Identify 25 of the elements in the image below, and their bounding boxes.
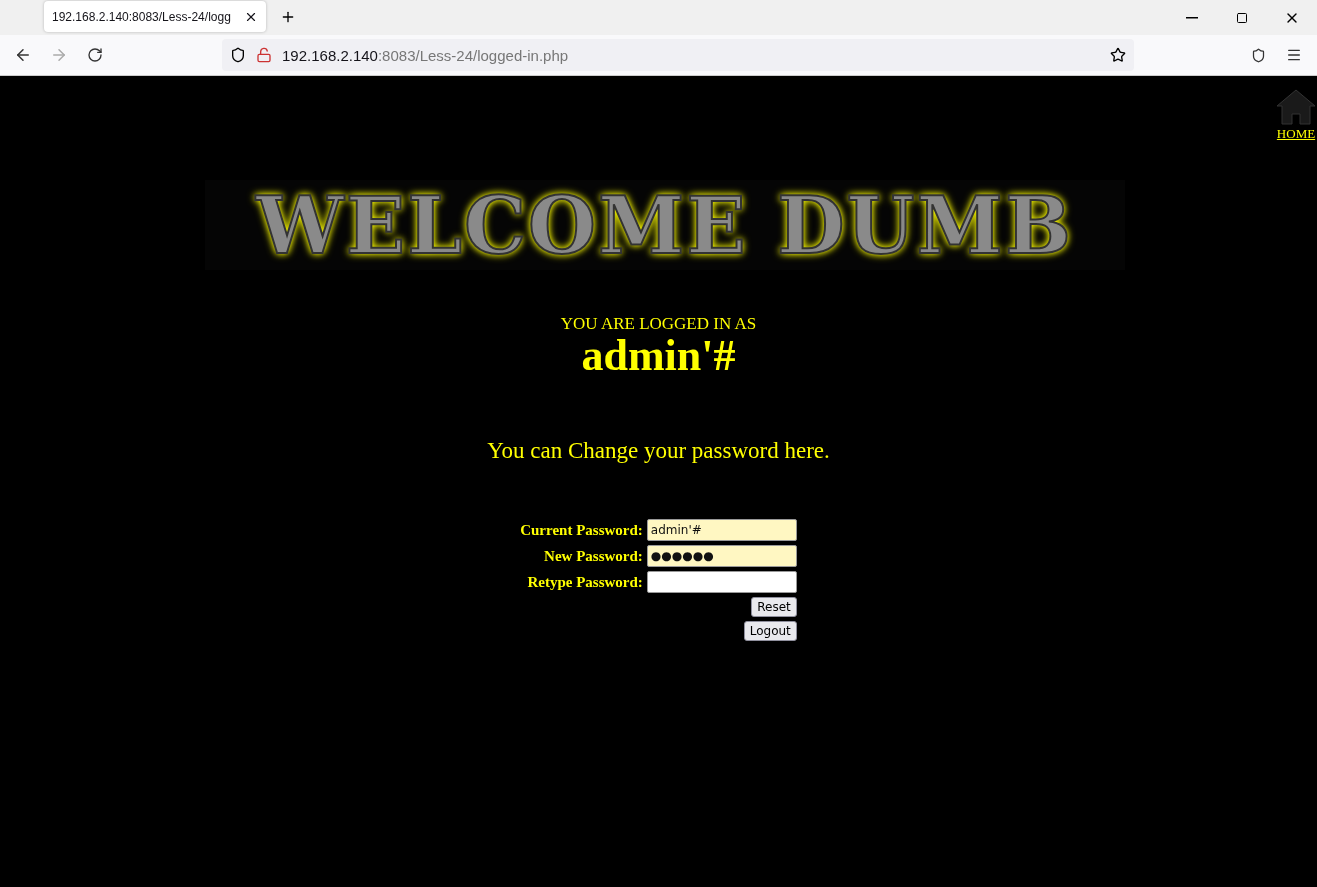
shield-icon — [230, 47, 246, 63]
menu-icon — [1286, 47, 1302, 63]
minimize-icon — [1186, 16, 1198, 19]
password-field[interactable] — [646, 571, 797, 593]
address-bar[interactable]: 192.168.2.140:8083/Less-24/logged-in.php — [222, 39, 1134, 71]
logout-button[interactable]: Logout — [743, 621, 797, 641]
reset-button[interactable]: Reset — [751, 597, 797, 617]
browser-tab[interactable]: 192.168.2.140:8083/Less-24/logg — [44, 1, 266, 32]
password-field[interactable]: ●●●●●● — [646, 545, 797, 567]
maximize-icon — [1236, 11, 1248, 24]
username: admin'# — [581, 334, 736, 378]
unlocked-padlock-icon — [256, 47, 272, 63]
forward-arrow-icon — [50, 46, 68, 64]
change-password-prompt: You can Change your password here. — [487, 438, 830, 464]
reload-icon — [87, 47, 103, 63]
field-label: New Password: — [543, 547, 643, 565]
url-text: 192.168.2.140:8083/Less-24/logged-in.php — [282, 46, 570, 64]
bookmark-star-icon[interactable] — [1110, 47, 1126, 63]
field-label: Current Password: — [520, 521, 643, 539]
field-label: Retype Password: — [526, 573, 643, 591]
password-field[interactable]: admin'# — [646, 519, 797, 541]
tab-title: 192.168.2.140:8083/Less-24/logg — [52, 9, 232, 24]
logged-in-label: YOU ARE LOGGED IN AS — [560, 314, 757, 334]
home-link[interactable]: HOME — [1276, 126, 1316, 142]
welcome-banner: WELCOME DUMB — [204, 180, 1125, 270]
